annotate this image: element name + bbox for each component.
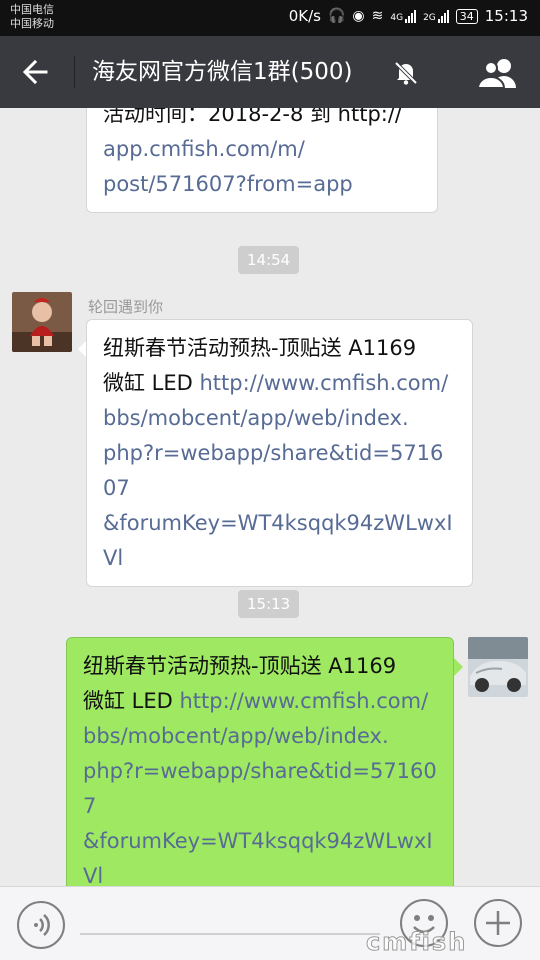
- status-bar: 中国电信 中国移动 0K/s 🎧 ◉ ≋ 4G 2G 34 15:13: [0, 0, 540, 36]
- eye-icon: ◉: [352, 8, 365, 24]
- headset-icon: 🎧: [327, 8, 346, 24]
- chat-title: 海友网官方微信1群(500): [92, 59, 353, 85]
- message-link[interactable]: php?r=webapp/share&tid=571607: [83, 754, 437, 824]
- net-type-1: 4G: [390, 12, 404, 23]
- net-speed: 0K/s: [288, 7, 321, 25]
- message-link[interactable]: post/571607?from=app: [103, 167, 421, 202]
- carrier-2: 中国移动: [10, 17, 54, 30]
- message-text: 微缸 LED: [83, 689, 180, 713]
- message-link[interactable]: php?r=webapp/share&tid=571607: [103, 436, 456, 506]
- signal-icon-2: 2G: [423, 9, 449, 23]
- message-text: 纽斯春节活动预热-顶贴送 A1169: [83, 654, 397, 678]
- signal-icon-1: 4G: [390, 9, 417, 23]
- wifi-icon: ≋: [371, 8, 384, 24]
- plus-icon[interactable]: [474, 899, 522, 947]
- message-link[interactable]: http://www.cmfish.com/: [180, 689, 429, 713]
- carrier-labels: 中国电信 中国移动: [10, 3, 54, 31]
- timestamp: 15:13: [238, 590, 300, 618]
- message-bubble-previous[interactable]: 活动时间：2018-2-8 到 http:// app.cmfish.com/m…: [86, 108, 438, 213]
- message-text: 微缸 LED: [103, 371, 200, 395]
- message-text: 纽斯春节活动预热-顶贴送 A1169: [103, 336, 417, 360]
- carrier-1: 中国电信: [10, 3, 54, 16]
- voice-icon[interactable]: [17, 901, 65, 949]
- message-link[interactable]: http://www.cmfish.com/: [200, 371, 449, 395]
- clock: 15:13: [484, 7, 528, 25]
- avatar[interactable]: [12, 292, 72, 352]
- battery-icon: 34: [455, 8, 478, 24]
- message-link[interactable]: Vl: [83, 859, 437, 886]
- message-link[interactable]: app.cmfish.com/m/: [103, 132, 421, 167]
- avatar[interactable]: [468, 637, 528, 697]
- message-link[interactable]: Vl: [103, 541, 456, 576]
- message-line: 活动时间：2018-2-8 到 http://: [103, 108, 403, 126]
- message-link[interactable]: bbs/mobcent/app/web/index.: [83, 719, 437, 754]
- message-bubble-incoming[interactable]: 纽斯春节活动预热-顶贴送 A1169 微缸 LED http://www.cmf…: [86, 319, 473, 587]
- timestamp: 14:54: [238, 246, 300, 274]
- message-link[interactable]: &forumKey=WT4ksqqk94zWLwxI: [83, 824, 437, 859]
- arrow-left-icon[interactable]: [18, 54, 54, 90]
- watermark-logo: cmfish: [365, 928, 468, 957]
- message-input[interactable]: [80, 933, 380, 935]
- net-type-2: 2G: [423, 12, 436, 23]
- bubble-tail: [454, 658, 463, 676]
- group-icon[interactable]: [476, 56, 520, 90]
- title-bar: 海友网官方微信1群(500): [0, 36, 540, 108]
- bell-off-icon: [393, 60, 419, 86]
- status-icons: 0K/s 🎧 ◉ ≋ 4G 2G 34 15:13: [289, 7, 528, 25]
- title-divider: [74, 56, 75, 88]
- message-link[interactable]: &forumKey=WT4ksqqk94zWLwxI: [103, 506, 456, 541]
- chat-area[interactable]: 活动时间：2018-2-8 到 http:// app.cmfish.com/m…: [0, 108, 540, 886]
- message-link[interactable]: bbs/mobcent/app/web/index.: [103, 401, 456, 436]
- message-bubble-outgoing[interactable]: 纽斯春节活动预热-顶贴送 A1169 微缸 LED http://www.cmf…: [66, 637, 454, 886]
- sender-name: 轮回遇到你: [88, 298, 164, 316]
